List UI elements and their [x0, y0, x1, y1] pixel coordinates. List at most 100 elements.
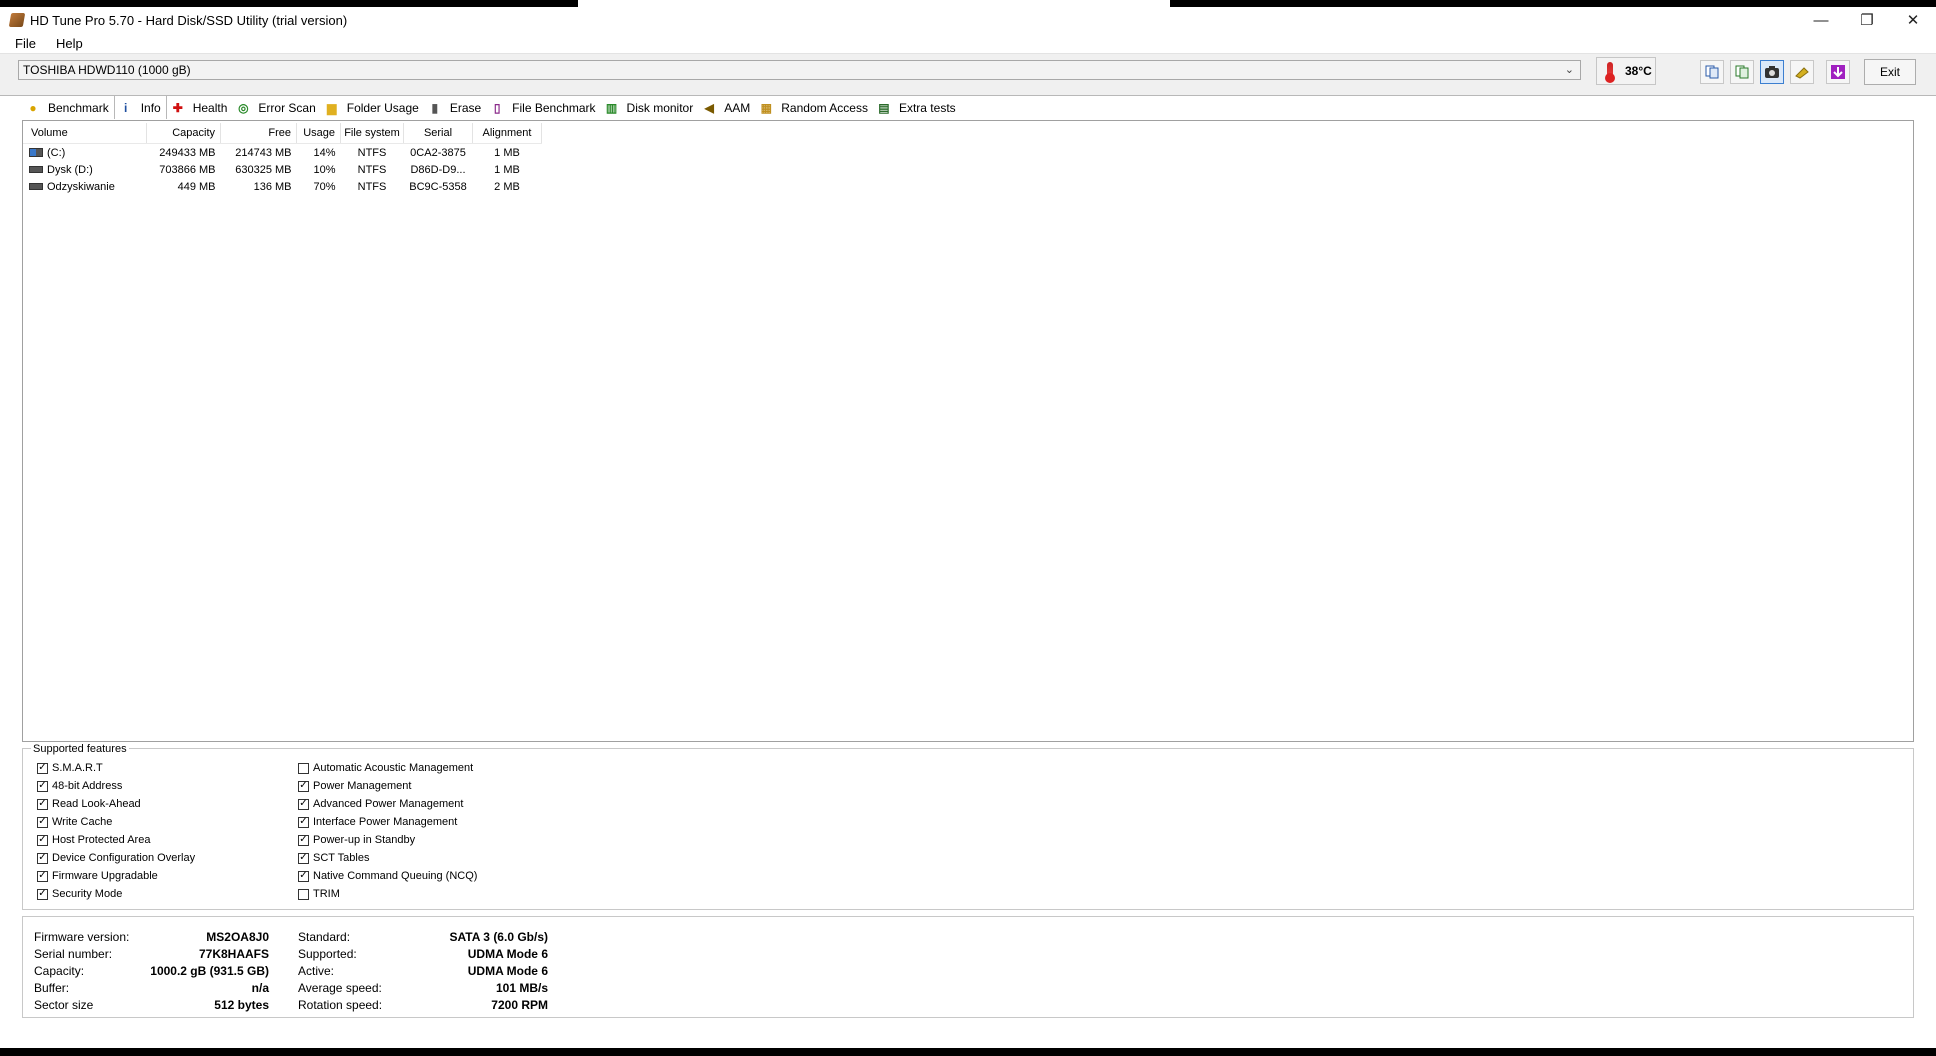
app-icon: [8, 13, 26, 27]
info-icon: i: [124, 100, 128, 115]
info-label: Firmware version:: [34, 930, 130, 944]
feature-label: Security Mode: [52, 888, 123, 900]
feature-sct-tables: ✓ SCT Tables: [298, 849, 477, 867]
feature-checkbox: ✓: [298, 852, 309, 864]
tab-label: AAM: [724, 101, 751, 115]
feature-label: 48-bit Address: [52, 780, 123, 792]
copy-text-icon[interactable]: [1700, 60, 1724, 84]
feature-power-up-in-standby: ✓ Power-up in Standby: [298, 831, 477, 849]
feature-host-protected-area: ✓ Host Protected Area: [37, 831, 195, 849]
info-panel: Volume Capacity Free Usage File system S…: [22, 120, 1914, 742]
menu-bar: File Help: [0, 33, 1936, 53]
feature-write-cache: ✓ Write Cache: [37, 813, 195, 831]
erase-icon: ▮: [431, 101, 439, 115]
tab-label: Extra tests: [898, 101, 956, 115]
cell-free: 630325 MB: [235, 163, 292, 176]
thermometer-icon: [1605, 62, 1615, 83]
volumes-header-row: Volume Capacity Free Usage File system S…: [23, 123, 542, 144]
cell-free: 136 MB: [253, 180, 292, 193]
info-label: Buffer:: [34, 981, 70, 995]
window-title: HD Tune Pro 5.70 - Hard Disk/SSD Utility…: [30, 12, 348, 28]
menu-help[interactable]: Help: [56, 36, 83, 51]
feature-power-management: ✓ Power Management: [298, 777, 477, 795]
cell-usage: 10%: [313, 163, 336, 176]
feature-checkbox: ✓: [37, 762, 48, 774]
table-row[interactable]: Dysk (D:) 703866 MB 630325 MB 10% NTFS D86D-D…: [23, 161, 542, 178]
tab-file-benchmark[interactable]: ▯ File Benchmark: [486, 97, 600, 119]
table-row[interactable]: (C:) 249433 MB 214743 MB 14% NTFS 0CA2-3875 1 …: [23, 144, 542, 162]
col-file-system[interactable]: File system: [340, 123, 404, 144]
tab-extra-tests[interactable]: ▤ Extra tests: [873, 97, 961, 119]
temperature-value: 38°C: [1625, 64, 1652, 78]
cell-serial: BC9C-5358: [409, 180, 467, 193]
tab-label: Benchmark: [48, 101, 109, 115]
feature-checkbox: ✓: [298, 816, 309, 828]
col-capacity[interactable]: Capacity: [146, 123, 221, 144]
tab-disk-monitor[interactable]: ▥ Disk monitor: [601, 97, 699, 119]
feature-checkbox: ✓: [298, 870, 309, 882]
feature-checkbox: ✓: [37, 888, 48, 900]
info-label: Standard:: [298, 930, 351, 944]
col-usage[interactable]: Usage: [296, 123, 341, 144]
chevron-down-icon[interactable]: ⌄: [1565, 63, 1574, 76]
info-value: UDMA Mode 6: [467, 947, 548, 961]
feature-checkbox: ✓: [298, 798, 309, 810]
feature-device-configuration-overlay: ✓ Device Configuration Overlay: [37, 849, 195, 867]
tab-label: Disk monitor: [626, 101, 694, 115]
screenshot-icon[interactable]: [1760, 60, 1784, 84]
tab-aam[interactable]: ◀ AAM: [698, 97, 755, 119]
tab-random-access[interactable]: ▦ Random Access: [755, 97, 873, 119]
feature-checkbox: ✓: [298, 780, 309, 792]
tab-health[interactable]: ✚ Health: [167, 97, 233, 119]
drive-info-group: Firmware version: MS2OA8J0 Serial number: 7…: [22, 916, 1914, 1018]
close-button[interactable]: ✕: [1890, 7, 1936, 33]
info-label: Serial number:: [34, 947, 113, 961]
col-alignment[interactable]: Alignment: [472, 123, 542, 144]
tab-benchmark[interactable]: ● Benchmark: [22, 97, 114, 119]
feature-checkbox: [298, 888, 309, 900]
tab-erase[interactable]: ▮ Erase: [424, 97, 486, 119]
drive-select[interactable]: TOSHIBA HDWD110 (1000 gB) ⌄: [18, 60, 1581, 80]
feature-checkbox: ✓: [37, 852, 48, 864]
cell-fs: NTFS: [357, 163, 387, 176]
feature-label: Power Management: [313, 780, 412, 792]
extra-tests-icon: ▤: [878, 101, 890, 115]
feature-security-mode: ✓ Security Mode: [37, 885, 195, 903]
info-label: Active:: [298, 964, 335, 978]
feature-automatic-acoustic-management: Automatic Acoustic Management: [298, 759, 477, 777]
cell-capacity: 703866 MB: [159, 163, 216, 176]
col-volume[interactable]: Volume: [23, 123, 147, 144]
features-right-column: Automatic Acoustic Management ✓ Power Mana…: [298, 759, 477, 903]
restore-button[interactable]: ❐: [1844, 7, 1890, 33]
feature-label: Device Configuration Overlay: [52, 852, 196, 864]
tab-bar: ● Benchmark i Info ✚ Health ◎ Error Scan ▆ Folder…: [22, 95, 961, 119]
cell-alignment: 1 MB: [494, 163, 520, 176]
tab-label: File Benchmark: [512, 101, 596, 115]
feature-trim: TRIM: [298, 885, 477, 903]
feature-label: S.M.A.R.T: [52, 762, 103, 774]
features-legend: Supported features: [31, 743, 129, 755]
col-serial[interactable]: Serial: [403, 123, 473, 144]
copy-info-icon[interactable]: [1730, 60, 1754, 84]
benchmark-icon: ●: [29, 101, 37, 115]
col-free[interactable]: Free: [220, 123, 297, 144]
table-row[interactable]: Odzyskiwanie 449 MB 136 MB 70% NTFS BC9C-5358…: [23, 178, 542, 195]
tab-folder-usage[interactable]: ▆ Folder Usage: [321, 97, 424, 119]
file-benchmark-icon: ▯: [493, 101, 501, 115]
drive-icon: [29, 148, 43, 158]
tab-error-scan[interactable]: ◎ Error Scan: [232, 97, 320, 119]
info-label: Supported:: [298, 947, 357, 961]
save-icon[interactable]: [1826, 60, 1850, 84]
exit-button[interactable]: Exit: [1864, 59, 1916, 85]
cell-fs: NTFS: [357, 146, 387, 159]
feature-label: TRIM: [313, 888, 340, 900]
tab-info[interactable]: i Info: [113, 95, 167, 119]
cell-volume: Dysk (D:): [23, 161, 147, 178]
info-value: 7200 RPM: [491, 998, 548, 1012]
feature-label: Write Cache: [52, 816, 113, 828]
menu-file[interactable]: File: [15, 36, 36, 51]
options-icon[interactable]: [1790, 60, 1814, 84]
info-value: 101 MB/s: [495, 981, 548, 995]
minimize-button[interactable]: —: [1798, 7, 1844, 33]
supported-features-group: Supported features ✓ S.M.A.R.T ✓ 48-bit Add…: [22, 743, 1914, 910]
